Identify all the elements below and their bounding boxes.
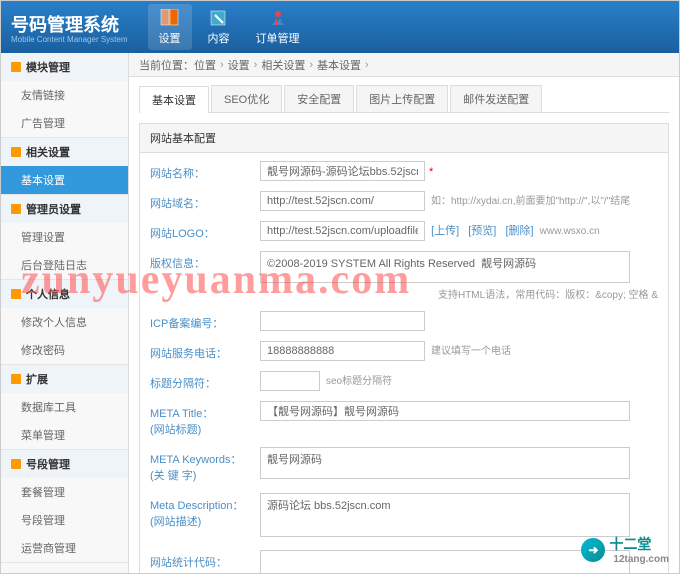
corner-logo-icon: ➜ bbox=[581, 538, 605, 562]
sidebar-item-friendlinks[interactable]: 友情链接 bbox=[1, 81, 128, 109]
tab-mail[interactable]: 邮件发送配置 bbox=[450, 85, 542, 112]
sidebar: 模块管理 友情链接 广告管理 相关设置 基本设置 管理员设置 管理设置 后台登陆… bbox=[1, 53, 129, 573]
textarea-stats[interactable] bbox=[260, 550, 630, 573]
sidebar-section-modules[interactable]: 模块管理 bbox=[1, 53, 128, 81]
label-stats: 网站统计代码： bbox=[150, 550, 260, 570]
sidebar-item-ads[interactable]: 广告管理 bbox=[1, 109, 128, 137]
label-domain: 网站域名： bbox=[150, 191, 260, 211]
sidebar-item-editinfo[interactable]: 修改个人信息 bbox=[1, 308, 128, 336]
input-sitename[interactable] bbox=[260, 161, 425, 181]
sidebar-section-admin[interactable]: 管理员设置 bbox=[1, 195, 128, 223]
label-sep: 标题分隔符： bbox=[150, 371, 260, 391]
hint-sep: seo标题分隔符 bbox=[326, 376, 392, 387]
tabs: 基本设置 SEO优化 安全配置 图片上传配置 邮件发送配置 bbox=[139, 85, 669, 113]
input-domain[interactable] bbox=[260, 191, 425, 211]
required-mark: * bbox=[429, 166, 433, 178]
sidebar-item-operator[interactable]: 运营商管理 bbox=[1, 534, 128, 562]
hint-domain: 如：http://xydai.cn,前面要加"http://",以"/"结尾 bbox=[431, 196, 630, 207]
input-sep[interactable] bbox=[260, 371, 320, 391]
config-panel: 网站基本配置 网站名称： * 网站域名： 如：http://xydai.cn,前… bbox=[139, 123, 669, 573]
section-icon bbox=[11, 204, 21, 214]
sidebar-item-manage[interactable]: 管理设置 bbox=[1, 223, 128, 251]
sidebar-item-menu[interactable]: 菜单管理 bbox=[1, 421, 128, 449]
label-icp: ICP备案编号： bbox=[150, 311, 260, 331]
hint-phone: 建议填写一个电话 bbox=[431, 346, 511, 357]
label-sitename: 网站名称： bbox=[150, 161, 260, 181]
input-metatitle[interactable] bbox=[260, 401, 630, 421]
hint-copyright: 支持HTML语法，常用代码：版权：&copy; 空格 & bbox=[266, 286, 658, 301]
preview-link[interactable]: [预览] bbox=[468, 225, 496, 237]
main-content: 当前位置： 位置› 设置› 相关设置› 基本设置› 基本设置 SEO优化 安全配… bbox=[129, 53, 679, 573]
input-logo[interactable] bbox=[260, 221, 425, 241]
label-metakeywords: META Keywords：(关 键 字) bbox=[150, 447, 260, 483]
input-icp[interactable] bbox=[260, 311, 425, 331]
tab-upload[interactable]: 图片上传配置 bbox=[356, 85, 448, 112]
label-logo: 网站LOGO： bbox=[150, 221, 260, 241]
person-icon bbox=[266, 8, 290, 28]
textarea-metakeywords[interactable]: 靓号网源码 bbox=[260, 447, 630, 479]
sidebar-section-segment[interactable]: 号段管理 bbox=[1, 450, 128, 478]
chevron-right-icon: › bbox=[254, 59, 258, 71]
sidebar-item-editpwd[interactable]: 修改密码 bbox=[1, 336, 128, 364]
upload-link[interactable]: [上传] bbox=[431, 225, 459, 237]
nav-orders[interactable]: 订单管理 bbox=[246, 4, 310, 50]
top-nav: 设置 内容 订单管理 bbox=[148, 4, 310, 50]
breadcrumb: 当前位置： 位置› 设置› 相关设置› 基本设置› bbox=[129, 53, 679, 77]
label-phone: 网站服务电话： bbox=[150, 341, 260, 361]
chevron-right-icon: › bbox=[365, 59, 369, 71]
panel-title: 网站基本配置 bbox=[140, 124, 668, 153]
chevron-right-icon: › bbox=[309, 59, 313, 71]
sidebar-section-personal[interactable]: 个人信息 bbox=[1, 280, 128, 308]
sidebar-item-basic[interactable]: 基本设置 bbox=[1, 166, 128, 194]
sidebar-section-extend[interactable]: 扩展 bbox=[1, 365, 128, 393]
chevron-right-icon: › bbox=[220, 59, 224, 71]
label-copyright: 版权信息： bbox=[150, 251, 260, 271]
section-icon bbox=[11, 374, 21, 384]
logo-subtitle: Mobile Content Manager System bbox=[11, 35, 128, 44]
label-metatitle: META Title：(网站标题) bbox=[150, 401, 260, 437]
textarea-metadesc[interactable]: 源码论坛 bbs.52jscn.com bbox=[260, 493, 630, 537]
watermark-corner: ➜ 十二堂 12tang.com bbox=[581, 534, 669, 565]
nav-settings[interactable]: 设置 bbox=[148, 4, 192, 50]
sidebar-item-loginlog[interactable]: 后台登陆日志 bbox=[1, 251, 128, 279]
sidebar-item-dbtools[interactable]: 数据库工具 bbox=[1, 393, 128, 421]
input-phone[interactable] bbox=[260, 341, 425, 361]
tab-seo[interactable]: SEO优化 bbox=[211, 85, 282, 112]
section-icon bbox=[11, 459, 21, 469]
tab-security[interactable]: 安全配置 bbox=[284, 85, 354, 112]
sidebar-item-segment[interactable]: 号段管理 bbox=[1, 506, 128, 534]
logo: 号码管理系统 Mobile Content Manager System bbox=[11, 11, 128, 44]
section-icon bbox=[11, 147, 21, 157]
section-icon bbox=[11, 62, 21, 72]
header: 号码管理系统 Mobile Content Manager System 设置 … bbox=[1, 1, 679, 53]
sidebar-item-package[interactable]: 套餐管理 bbox=[1, 478, 128, 506]
label-metadesc: Meta Description：(网站描述) bbox=[150, 493, 260, 529]
nav-content[interactable]: 内容 bbox=[197, 4, 241, 50]
logo-title: 号码管理系统 bbox=[11, 15, 119, 35]
textarea-copyright[interactable]: ©2008-2019 SYSTEM All Rights Reserved 靓号… bbox=[260, 251, 630, 283]
tab-basic[interactable]: 基本设置 bbox=[139, 86, 209, 113]
edit-icon bbox=[207, 8, 231, 28]
sidebar-section-related[interactable]: 相关设置 bbox=[1, 138, 128, 166]
wsxo-text: www.wsxo.cn bbox=[540, 226, 600, 237]
book-icon bbox=[158, 8, 182, 28]
section-icon bbox=[11, 289, 21, 299]
delete-link[interactable]: [删除] bbox=[505, 225, 533, 237]
